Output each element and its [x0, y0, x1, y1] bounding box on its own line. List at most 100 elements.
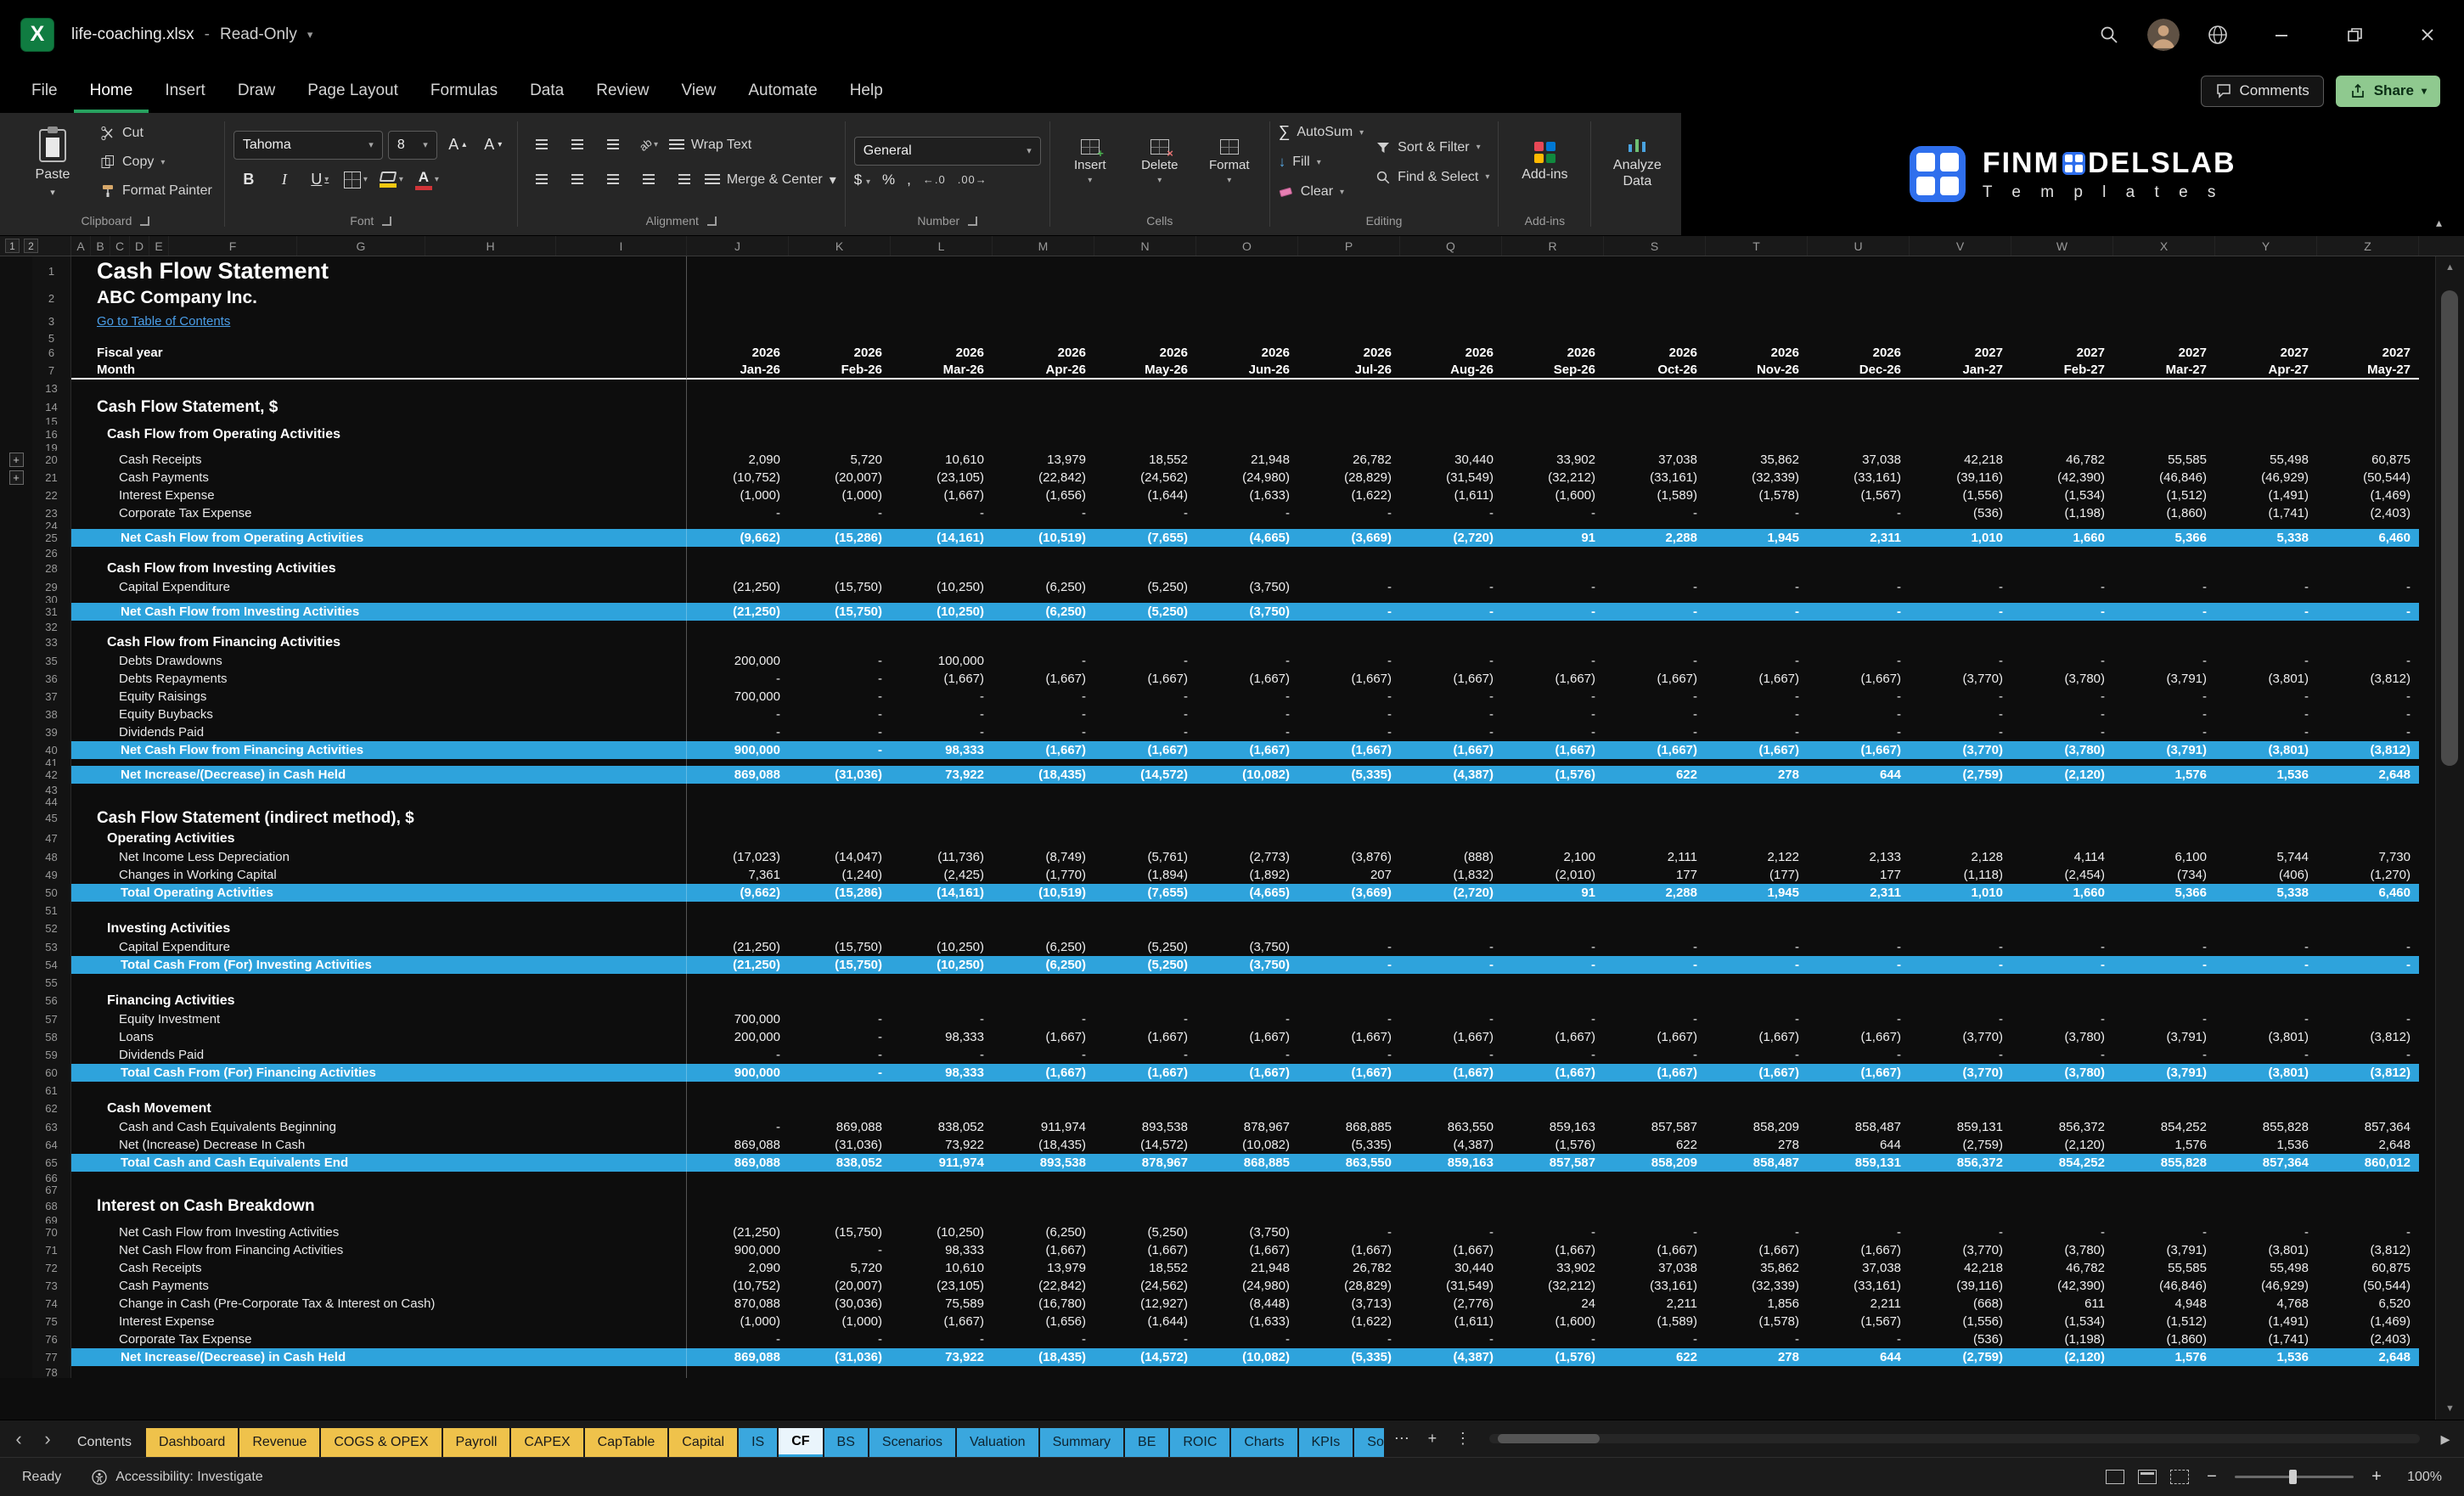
- grid-cell[interactable]: [1298, 418, 1400, 425]
- grid-cell[interactable]: [1094, 621, 1196, 633]
- grid-cell[interactable]: -: [1298, 938, 1400, 956]
- grid-cell[interactable]: [2215, 444, 2317, 451]
- grid-cell[interactable]: [1808, 311, 1910, 332]
- grid-cell[interactable]: [2317, 285, 2419, 311]
- grid-cell[interactable]: (1,534): [2011, 1313, 2113, 1330]
- grid-cell[interactable]: (2,773): [1196, 848, 1298, 866]
- row-label[interactable]: Cash Flow Statement: [71, 256, 687, 285]
- grid-cell[interactable]: -: [993, 1330, 1094, 1348]
- grid-cell[interactable]: 644: [1808, 1136, 1910, 1154]
- sheet-tab-so[interactable]: So: [1354, 1428, 1384, 1457]
- grid-cell[interactable]: -: [687, 723, 789, 741]
- grid-cell[interactable]: [891, 919, 993, 938]
- grid-cell[interactable]: [891, 829, 993, 848]
- grid-cell[interactable]: (3,770): [1910, 1241, 2011, 1259]
- grid-cell[interactable]: (5,335): [1298, 1348, 1400, 1366]
- grid-cell[interactable]: [1808, 559, 1910, 578]
- grid-cell[interactable]: [687, 796, 789, 807]
- grid-cell[interactable]: (14,572): [1094, 1348, 1196, 1366]
- grid-cell[interactable]: [1298, 547, 1400, 559]
- grid-cell[interactable]: [1094, 991, 1196, 1010]
- grid-cell[interactable]: [1910, 311, 2011, 332]
- grid-cell[interactable]: [789, 1082, 891, 1099]
- grid-cell[interactable]: -: [1706, 706, 1808, 723]
- grid-cell[interactable]: [1094, 559, 1196, 578]
- grid-cell[interactable]: (30,036): [789, 1295, 891, 1313]
- grid-cell[interactable]: [993, 547, 1094, 559]
- grid-cell[interactable]: [1502, 1366, 1604, 1378]
- grid-cell[interactable]: [1400, 1217, 1502, 1223]
- row-label[interactable]: Capital Expenditure: [71, 938, 687, 956]
- grid-cell[interactable]: 2026: [789, 344, 891, 362]
- grid-cell[interactable]: [1502, 332, 1604, 344]
- row-header-66[interactable]: 66: [32, 1172, 71, 1184]
- grid-cell[interactable]: (1,667): [1808, 741, 1910, 759]
- grid-cell[interactable]: (1,633): [1196, 486, 1298, 504]
- column-header-P[interactable]: P: [1298, 236, 1400, 256]
- grid-cell[interactable]: Mar-26: [891, 362, 993, 380]
- grid-cell[interactable]: (3,780): [2011, 670, 2113, 688]
- grid-cell[interactable]: [1400, 807, 1502, 829]
- sheet-tab-cogs-opex[interactable]: COGS & OPEX: [321, 1428, 442, 1457]
- grid-cell[interactable]: [2113, 285, 2215, 311]
- grid-cell[interactable]: (1,578): [1706, 1313, 1808, 1330]
- grid-cell[interactable]: [2317, 633, 2419, 652]
- sheet-tab-capital[interactable]: Capital: [669, 1428, 738, 1457]
- row-label[interactable]: [71, 522, 687, 529]
- grid-cell[interactable]: 4,768: [2215, 1295, 2317, 1313]
- grid-cell[interactable]: [2317, 547, 2419, 559]
- delete-cells-button[interactable]: × Delete ▾: [1128, 139, 1191, 185]
- collapse-ribbon-icon[interactable]: ▴: [2436, 216, 2442, 230]
- grid-cell[interactable]: -: [2215, 603, 2317, 621]
- grid-cell[interactable]: (1,741): [2215, 504, 2317, 522]
- grid-cell[interactable]: 2,648: [2317, 1348, 2419, 1366]
- grid-cell[interactable]: [1910, 1217, 2011, 1223]
- row-header-57[interactable]: 57: [32, 1010, 71, 1028]
- grid-cell[interactable]: (10,752): [687, 1277, 789, 1295]
- grid-cell[interactable]: [2215, 621, 2317, 633]
- grid-cell[interactable]: [2215, 311, 2317, 332]
- grid-cell[interactable]: (1,622): [1298, 486, 1400, 504]
- grid-cell[interactable]: (1,270): [2317, 866, 2419, 884]
- grid-cell[interactable]: [1604, 380, 1706, 396]
- row-header-39[interactable]: 39: [32, 723, 71, 741]
- grid-cell[interactable]: -: [1298, 1046, 1400, 1064]
- grid-cell[interactable]: [1706, 1172, 1808, 1184]
- grid-cell[interactable]: 893,538: [1094, 1118, 1196, 1136]
- grid-cell[interactable]: [993, 807, 1094, 829]
- grid-cell[interactable]: [789, 311, 891, 332]
- grid-cell[interactable]: [1910, 1366, 2011, 1378]
- grid-cell[interactable]: [1706, 807, 1808, 829]
- grid-cell[interactable]: 1,660: [2011, 884, 2113, 902]
- grid-cell[interactable]: -: [789, 504, 891, 522]
- grid-cell[interactable]: 1,576: [2113, 1136, 2215, 1154]
- grid-cell[interactable]: 893,538: [993, 1154, 1094, 1172]
- grid-cell[interactable]: [1298, 633, 1400, 652]
- grid-cell[interactable]: 838,052: [789, 1154, 891, 1172]
- fill-button[interactable]: ↓ Fill ▾: [1279, 150, 1364, 175]
- grid-cell[interactable]: (1,667): [993, 1028, 1094, 1046]
- grid-cell[interactable]: -: [2011, 706, 2113, 723]
- grid-cell[interactable]: [1706, 1184, 1808, 1195]
- grid-cell[interactable]: [891, 444, 993, 451]
- grid-cell[interactable]: (1,469): [2317, 1313, 2419, 1330]
- merge-center-button[interactable]: Merge & Center ▾: [704, 166, 836, 194]
- grid-cell[interactable]: [1400, 311, 1502, 332]
- grid-cell[interactable]: -: [1400, 688, 1502, 706]
- align-center-button[interactable]: [562, 166, 593, 194]
- grid-cell[interactable]: [2011, 919, 2113, 938]
- grid-cell[interactable]: 1,576: [2113, 766, 2215, 784]
- grid-cell[interactable]: [1706, 1082, 1808, 1099]
- share-button[interactable]: Share ▾: [2335, 75, 2440, 107]
- grid-cell[interactable]: [1298, 759, 1400, 766]
- grid-cell[interactable]: [891, 311, 993, 332]
- grid-cell[interactable]: [1094, 829, 1196, 848]
- grid-cell[interactable]: [2317, 332, 2419, 344]
- column-header-Q[interactable]: Q: [1400, 236, 1502, 256]
- grid-cell[interactable]: (1,667): [1400, 741, 1502, 759]
- grid-cell[interactable]: [891, 633, 993, 652]
- grid-cell[interactable]: 2,648: [2317, 1136, 2419, 1154]
- grid-cell[interactable]: (15,750): [789, 1223, 891, 1241]
- grid-cell[interactable]: 854,252: [2011, 1154, 2113, 1172]
- grid-cell[interactable]: [789, 332, 891, 344]
